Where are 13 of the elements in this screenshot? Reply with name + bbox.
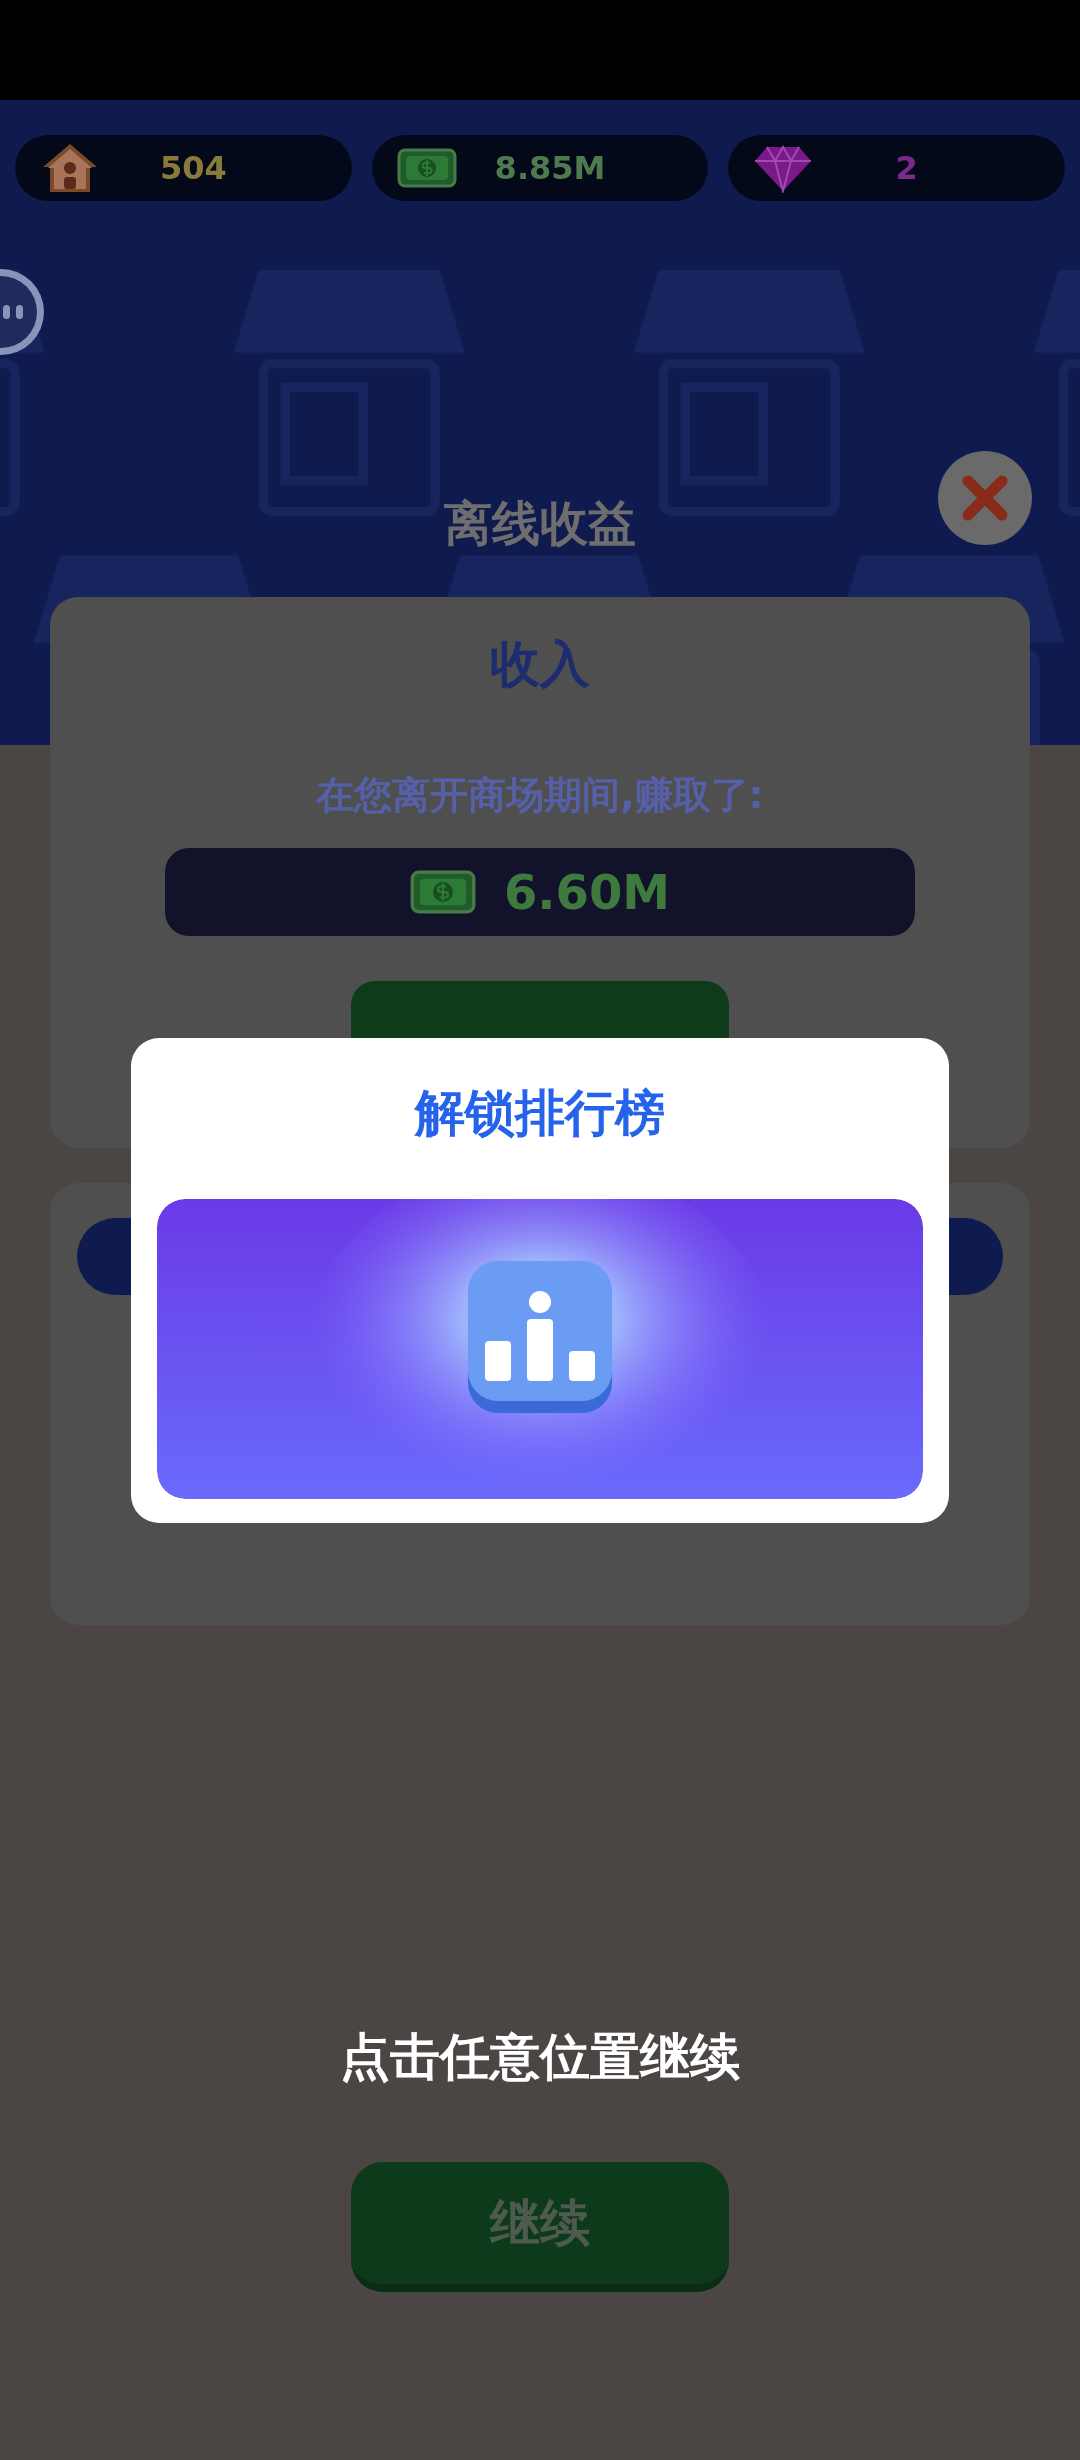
tap-to-continue-hint: 点击任意位置继续 bbox=[340, 2027, 740, 2088]
earnings-amount: 6.60M bbox=[503, 863, 671, 922]
dialog-title: 离线收益 bbox=[444, 494, 636, 553]
close-icon bbox=[960, 473, 1010, 523]
resource-value: 504 bbox=[158, 148, 228, 189]
cash-icon bbox=[396, 148, 457, 188]
gem-icon bbox=[753, 143, 814, 193]
popup-title: 解锁排行榜 bbox=[415, 1083, 665, 1144]
earnings-message: 在您离开商场期间,赚取了: bbox=[316, 772, 764, 819]
resource-value: 8.85M bbox=[493, 148, 607, 189]
cash-icon bbox=[409, 870, 476, 914]
continue-button[interactable]: 继续 bbox=[351, 2162, 729, 2292]
resource-value: 2 bbox=[894, 148, 919, 189]
